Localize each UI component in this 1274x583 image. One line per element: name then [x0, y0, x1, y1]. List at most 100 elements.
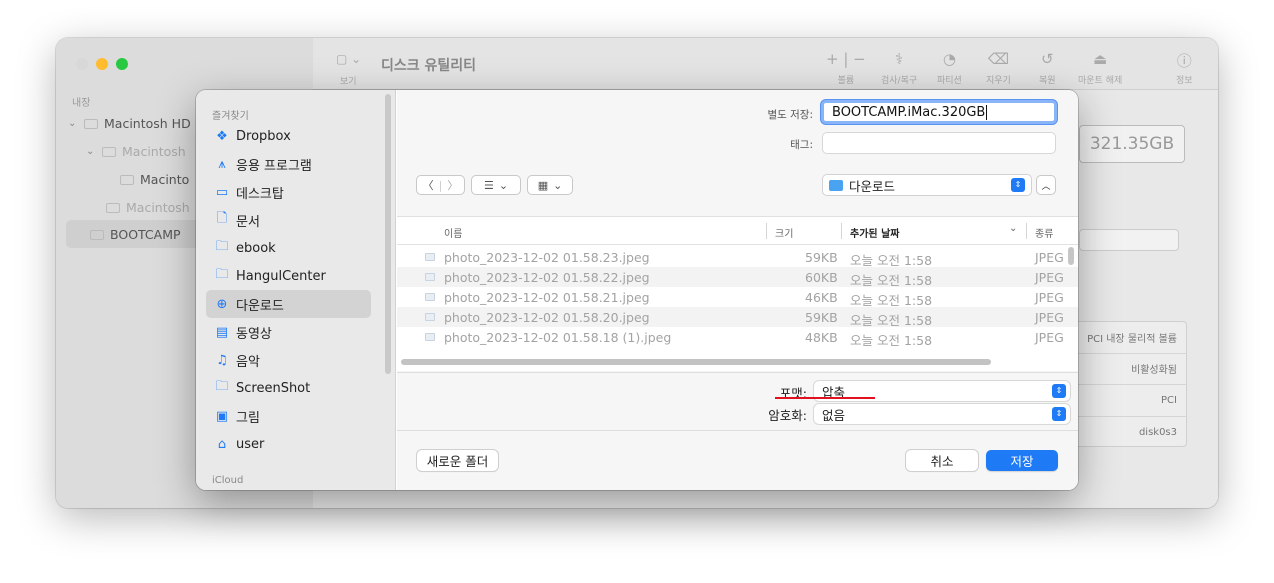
sidebar-item-user[interactable]: ⌂ user [206, 430, 371, 458]
photo-icon: ▣ [215, 408, 229, 424]
file-size: 48KB [805, 330, 838, 345]
column-header-size[interactable]: 크기 [775, 225, 793, 240]
sidebar-item-label: ScreenShot [236, 380, 311, 396]
du-volume-item[interactable]: ⌄ Macintosh HD [68, 116, 191, 131]
window-maximize-button[interactable] [116, 58, 128, 70]
table-row[interactable]: photo_2023-12-02 01.58.22.jpeg 60KB 오늘 오전 … [397, 267, 1078, 288]
dialog-sidebar: 즐겨찾기 ❖ Dropbox ⩚ 응용 프로그램 ▭ 데스크탑 🗋 문서 🗀 ebook 🗀 Hang… [196, 90, 396, 490]
format-label: 포맷: [779, 386, 807, 401]
location-popup[interactable]: 다운로드 ⇕ [822, 174, 1032, 196]
toolbar-firstaid-button[interactable]: ⚕ 검사/복구 [881, 50, 917, 86]
sidebar-item-ebook[interactable]: 🗀 ebook [206, 234, 371, 262]
toolbar-erase-button[interactable]: ⌫ 지우기 [986, 50, 1011, 86]
sidebar-item-dropbox[interactable]: ❖ Dropbox [206, 122, 371, 150]
list-view-button[interactable]: ☰ ⌄ [471, 175, 521, 195]
grid-view-button[interactable]: ▦ ⌄ [527, 175, 573, 195]
du-volume-item[interactable]: BOOTCAMP [90, 227, 181, 242]
pie-icon: ◔ [942, 50, 956, 68]
grid-icon: ▦ [537, 178, 549, 192]
file-list: 이름 크기 추가된 날짜 ⌄ 종류 photo_2023-12-02 01.58… [397, 216, 1078, 371]
toolbar-volume-button[interactable]: + | − 볼륨 [826, 50, 866, 86]
save-as-label: 별도 저장: [767, 109, 813, 121]
toolbar-unmount-button[interactable]: ⏏ 마운트 해제 [1078, 50, 1122, 86]
image-file-icon [425, 293, 435, 301]
filename-input[interactable]: BOOTCAMP.iMac.320GB [821, 100, 1057, 124]
restore-icon: ↺ [1040, 50, 1054, 68]
table-row[interactable]: photo_2023-12-02 01.58.23.jpeg 59KB 오늘 오전 … [397, 247, 1078, 268]
tags-input[interactable] [822, 132, 1056, 154]
disk-icon [106, 202, 120, 213]
file-size: 59KB [805, 250, 838, 265]
disk-icon [90, 229, 104, 240]
sidebar-toggle-icon[interactable]: ▢ ⌄ [336, 52, 361, 66]
collapse-button[interactable]: ︿ [1036, 175, 1056, 195]
list-horizontal-scrollbar[interactable] [401, 359, 991, 365]
chevron-up-icon: ︿ [1041, 181, 1051, 192]
sidebar-item-documents[interactable]: 🗋 문서 [206, 206, 371, 234]
column-header-date-added[interactable]: 추가된 날짜 [850, 225, 899, 240]
file-size: 46KB [805, 290, 838, 305]
du-volume-item[interactable]: ⌄ Macintosh [86, 144, 186, 159]
back-forward-buttons[interactable]: 〈 | 〉 [416, 175, 465, 195]
chevron-down-icon[interactable]: ⌄ [1009, 223, 1017, 234]
sidebar-item-movies[interactable]: ▤ 동영상 [206, 318, 371, 346]
sidebar-item-label: 동영상 [236, 326, 272, 342]
table-row[interactable]: photo_2023-12-02 01.58.21.jpeg 46KB 오늘 오전 … [397, 287, 1078, 308]
column-headers: 이름 크기 추가된 날짜 ⌄ 종류 [397, 217, 1078, 245]
sidebar-item-label: ebook [236, 240, 276, 256]
up-down-arrows-icon: ⇕ [1052, 407, 1066, 421]
chevron-left-icon[interactable]: 〈 [423, 177, 434, 193]
sidebar-item-screenshot[interactable]: 🗀 ScreenShot [206, 374, 371, 402]
table-row[interactable]: photo_2023-12-02 01.58.20.jpeg 59KB 오늘 오전 … [397, 307, 1078, 328]
info-row: disk0s3 [1138, 426, 1177, 438]
file-name: photo_2023-12-02 01.58.23.jpeg [444, 250, 650, 265]
sidebar-item-hangulcenter[interactable]: 🗀 HangulCenter [206, 262, 371, 290]
sidebar-item-label: 그림 [236, 410, 260, 426]
folder-icon: 🗀 [215, 239, 229, 254]
chevron-down-icon: ⌄ [68, 118, 77, 129]
encryption-label: 암호화: [768, 408, 807, 423]
file-name: photo_2023-12-02 01.58.20.jpeg [444, 310, 650, 325]
info-icon: ⓘ [1176, 52, 1192, 70]
chevron-right-icon[interactable]: 〉 [447, 177, 458, 193]
favorites-heading: 즐겨찾기 [212, 111, 249, 122]
du-volume-item[interactable]: Macintosh [106, 200, 190, 215]
new-folder-button[interactable]: 새로운 폴더 [417, 450, 498, 471]
save-dialog: 즐겨찾기 ❖ Dropbox ⩚ 응용 프로그램 ▭ 데스크탑 🗋 문서 🗀 ebook 🗀 Hang… [196, 90, 1078, 490]
window-close-button[interactable] [76, 58, 88, 70]
file-name: photo_2023-12-02 01.58.22.jpeg [444, 270, 650, 285]
table-row[interactable]: photo_2023-12-02 01.58.18 (1).jpeg 48KB 오늘… [397, 327, 1078, 348]
file-name: photo_2023-12-02 01.58.21.jpeg [444, 290, 650, 305]
sidebar-item-pictures[interactable]: ▣ 그림 [206, 402, 371, 430]
file-date-added: 오늘 오전 1:58 [850, 333, 933, 348]
folder-icon: 🗀 [215, 379, 229, 394]
download-icon: ⊕ [216, 296, 228, 312]
sidebar-item-label: 다운로드 [236, 298, 284, 314]
toolbar-partition-button[interactable]: ◔ 파티션 [937, 50, 962, 86]
file-kind: JPEG [1035, 330, 1064, 345]
stethoscope-icon: ⚕ [895, 50, 904, 68]
sidebar-item-desktop[interactable]: ▭ 데스크탑 [206, 178, 371, 206]
filename-text: BOOTCAMP.iMac.320GB [832, 104, 986, 120]
sidebar-scrollbar[interactable] [385, 94, 391, 374]
up-down-arrows-icon: ⇕ [1052, 384, 1066, 398]
sidebar-item-applications[interactable]: ⩚ 응용 프로그램 [206, 150, 371, 178]
view-label: 보기 [340, 77, 357, 87]
disk-icon [102, 146, 116, 157]
image-file-icon [425, 273, 435, 281]
window-minimize-button[interactable] [96, 58, 108, 70]
du-volume-item[interactable]: Macinto [120, 172, 189, 187]
encryption-popup[interactable]: 없음 ⇕ [814, 404, 1070, 424]
column-header-kind[interactable]: 종류 [1035, 225, 1053, 240]
column-header-name[interactable]: 이름 [444, 225, 462, 240]
save-button[interactable]: 저장 [986, 450, 1058, 471]
toolbar-info-button[interactable]: ⓘ 정보 [1176, 50, 1193, 86]
sidebar-item-music[interactable]: ♫ 음악 [206, 346, 371, 374]
list-vertical-scrollbar[interactable] [1068, 247, 1074, 265]
sidebar-item-downloads[interactable]: ⊕ 다운로드 [206, 290, 371, 318]
toolbar-restore-button[interactable]: ↺ 복원 [1039, 50, 1056, 86]
file-kind: JPEG [1035, 290, 1064, 305]
document-icon: 🗋 [216, 211, 228, 226]
cancel-button[interactable]: 취소 [906, 450, 978, 471]
erase-icon: ⌫ [987, 50, 1010, 68]
